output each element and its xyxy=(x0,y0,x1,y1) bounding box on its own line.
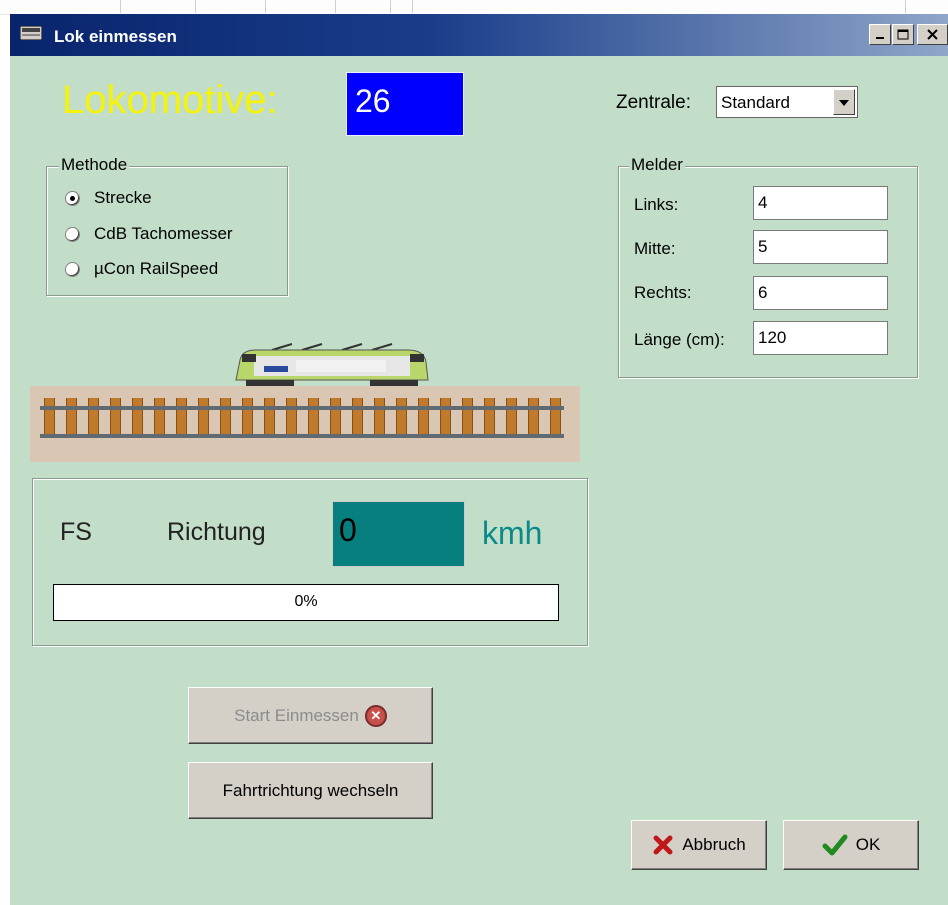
track-sleeper xyxy=(440,398,451,438)
zentrale-select[interactable]: Standard xyxy=(716,86,858,118)
richtung-button-label: Fahrtrichtung wechseln xyxy=(222,780,399,800)
window-title: Lok einmessen xyxy=(54,27,177,46)
radio-button-checked[interactable] xyxy=(65,190,80,206)
rechts-input[interactable]: 6 xyxy=(753,276,888,310)
track-sleeper xyxy=(528,398,539,438)
track-sleeper xyxy=(308,398,319,438)
ok-label: OK xyxy=(855,835,881,854)
links-input[interactable]: 4 xyxy=(753,186,888,220)
app-icon xyxy=(20,26,42,40)
radio-button[interactable] xyxy=(65,261,80,277)
track-sleeper xyxy=(110,398,121,438)
track-sleeper xyxy=(484,398,495,438)
radio-button[interactable] xyxy=(65,226,80,242)
track-sleeper xyxy=(352,398,363,438)
track-sleeper xyxy=(374,398,385,438)
track-image xyxy=(30,386,580,462)
title-bar[interactable]: Lok einmessen xyxy=(10,14,948,56)
radio-label: Strecke xyxy=(94,188,152,207)
close-button[interactable] xyxy=(917,24,948,45)
radio-cdb-tachomesser[interactable]: CdB Tachomesser xyxy=(65,224,233,244)
laenge-input[interactable]: 120 xyxy=(753,321,888,355)
track-sleeper xyxy=(132,398,143,438)
radio-label: CdB Tachomesser xyxy=(94,224,233,243)
track-sleeper xyxy=(44,398,55,438)
dropdown-button[interactable] xyxy=(833,89,855,115)
track-sleeper xyxy=(242,398,253,438)
mitte-label: Mitte: xyxy=(634,239,676,258)
lokomotive-label: Lokomotive: xyxy=(62,78,278,122)
maximize-icon xyxy=(893,25,913,44)
track-sleeper xyxy=(264,398,275,438)
radio-mucon-railspeed[interactable]: µCon RailSpeed xyxy=(65,259,218,279)
track-sleeper xyxy=(154,398,165,438)
lokomotive-number: 26 xyxy=(346,72,464,136)
radio-label: µCon RailSpeed xyxy=(94,259,219,278)
track-sleeper xyxy=(198,398,209,438)
track-sleeper xyxy=(462,398,473,438)
progress-bar: 0% xyxy=(53,584,559,621)
minimize-icon xyxy=(870,25,890,44)
start-button-label: Start Einmessen xyxy=(234,705,359,725)
cancel-circle-icon: ✕ xyxy=(364,704,387,727)
radio-strecke[interactable]: Strecke xyxy=(65,188,152,208)
links-label: Links: xyxy=(634,195,679,214)
abbruch-label: Abbruch xyxy=(682,835,746,854)
ok-button[interactable]: OK xyxy=(783,820,919,870)
track-sleeper xyxy=(220,398,231,438)
lok-einmessen-dialog: Lok einmessen Lokomotive: 26 Zentrale: S… xyxy=(10,14,948,905)
track-sleeper xyxy=(66,398,77,438)
track-sleeper xyxy=(550,398,561,438)
track-sleeper xyxy=(176,398,187,438)
chevron-down-icon xyxy=(839,100,849,106)
track-sleeper xyxy=(88,398,99,438)
checkmark-icon xyxy=(822,834,848,856)
zentrale-label: Zentrale: xyxy=(616,92,691,113)
close-icon xyxy=(918,25,947,44)
track-sleeper xyxy=(396,398,407,438)
melder-title: Melder xyxy=(629,155,685,175)
speed-display: 0 xyxy=(332,501,465,567)
rechts-label: Rechts: xyxy=(634,283,692,302)
maximize-button[interactable] xyxy=(892,24,914,45)
abbruch-button[interactable]: Abbruch xyxy=(631,820,767,870)
speed-unit: kmh xyxy=(482,515,543,551)
start-einmessen-button[interactable]: Start Einmessen ✕ xyxy=(188,687,433,744)
minimize-button[interactable] xyxy=(869,24,891,45)
methode-title: Methode xyxy=(59,155,130,175)
mitte-input[interactable]: 5 xyxy=(753,230,888,264)
track-sleeper xyxy=(286,398,297,438)
track-sleeper xyxy=(418,398,429,438)
fs-label: FS xyxy=(60,518,92,546)
background-window-strip xyxy=(0,0,948,15)
richtung-label: Richtung xyxy=(167,518,266,546)
x-icon xyxy=(653,835,673,855)
progress-text: 0% xyxy=(294,593,318,610)
locomotive-image xyxy=(235,343,429,386)
track-sleeper xyxy=(330,398,341,438)
zentrale-selected-value: Standard xyxy=(721,93,790,112)
track-sleeper xyxy=(506,398,517,438)
laenge-label: Länge (cm): xyxy=(634,330,725,349)
fahrtrichtung-wechseln-button[interactable]: Fahrtrichtung wechseln xyxy=(188,762,433,819)
